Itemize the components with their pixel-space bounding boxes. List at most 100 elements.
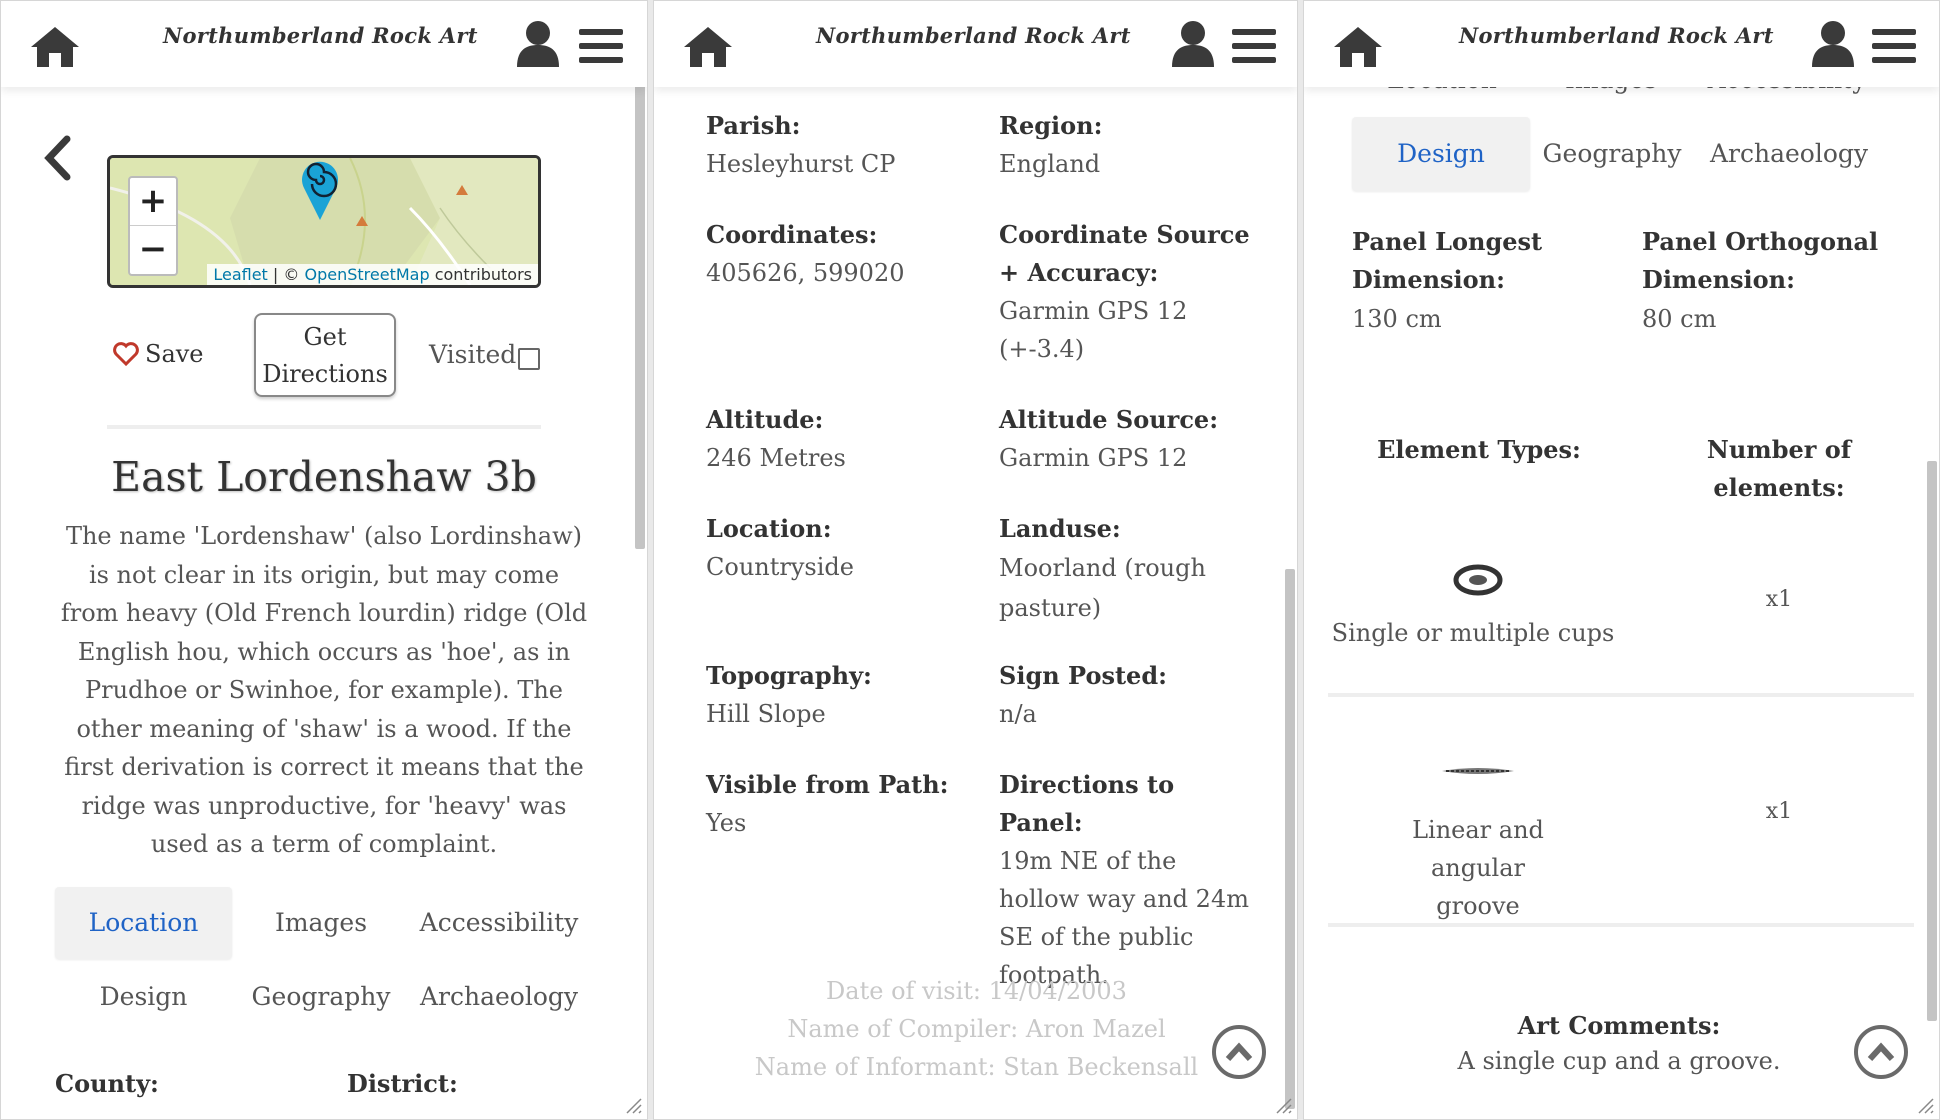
field-label: Coordinates: bbox=[706, 220, 878, 249]
home-icon[interactable] bbox=[680, 23, 736, 71]
compiler-name: Name of Compiler: Aron Mazel bbox=[787, 1015, 1166, 1043]
table-row: Linear and angular groove x1 bbox=[1328, 741, 1908, 921]
save-button[interactable]: Save bbox=[113, 340, 204, 368]
field-value: Moorland (rough pasture) bbox=[999, 554, 1206, 622]
user-icon[interactable] bbox=[1810, 19, 1856, 67]
field-label: Region: bbox=[999, 111, 1103, 140]
element-types-header: Element Types: bbox=[1377, 435, 1581, 464]
app-title[interactable]: Northumberland Rock Art bbox=[816, 23, 1131, 48]
visited-checkbox[interactable] bbox=[518, 348, 540, 370]
chevron-up-icon bbox=[1225, 1042, 1253, 1062]
tab-images[interactable]: Images bbox=[243, 887, 399, 959]
field-label: Topography: bbox=[706, 661, 872, 690]
table-row: Single or multiple cups x1 bbox=[1328, 541, 1908, 697]
visited-label: Visited bbox=[429, 340, 517, 369]
back-chevron-icon[interactable] bbox=[41, 135, 73, 181]
field-visible-from-path: Visible from Path: Yes bbox=[706, 766, 976, 842]
field-value: 130 cm bbox=[1352, 305, 1442, 333]
art-comments-label: Art Comments: bbox=[1517, 1011, 1721, 1040]
panel-overview: Northumberland Rock Art + − Leaflet | © … bbox=[0, 0, 648, 1120]
home-icon[interactable] bbox=[27, 23, 83, 71]
field-label: Altitude Source: bbox=[999, 405, 1219, 434]
number-of-elements-header: Number of elements: bbox=[1706, 435, 1852, 502]
leaflet-link[interactable]: Leaflet bbox=[213, 265, 267, 284]
app-header: Northumberland Rock Art bbox=[1304, 1, 1939, 87]
row-divider bbox=[1328, 693, 1914, 697]
field-label: Directions to Panel: bbox=[999, 770, 1175, 837]
art-comments-value: A single cup and a groove. bbox=[1457, 1047, 1781, 1075]
app-header: Northumberland Rock Art bbox=[654, 1, 1297, 87]
field-value: 80 cm bbox=[1642, 305, 1717, 333]
user-icon[interactable] bbox=[515, 19, 561, 67]
site-map[interactable]: + − Leaflet | © OpenStreetMap contributo… bbox=[107, 155, 541, 288]
element-name: Single or multiple cups bbox=[1331, 619, 1615, 647]
map-attribution: Leaflet | © OpenStreetMap contributors bbox=[207, 264, 538, 285]
attribution-sep: | © bbox=[267, 265, 305, 284]
field-label: Coordinate Source + Accuracy: bbox=[999, 220, 1250, 287]
tab-geography[interactable]: Geography bbox=[243, 961, 399, 1033]
field-label: Sign Posted: bbox=[999, 661, 1167, 690]
field-label: Landuse: bbox=[999, 514, 1121, 543]
informant-name: Name of Informant: Stan Beckensall bbox=[754, 1053, 1199, 1081]
field-value: Countryside bbox=[706, 553, 854, 581]
zoom-out-button[interactable]: − bbox=[130, 226, 176, 274]
panel-design-details: Northumberland Rock Art Location Images … bbox=[1303, 0, 1940, 1120]
tab-geography[interactable]: Geography bbox=[1534, 117, 1690, 191]
visit-date: Date of visit: 14/04/2003 bbox=[826, 977, 1127, 1005]
field-directions-to-panel: Directions to Panel: 19m NE of the hollo… bbox=[999, 766, 1261, 994]
element-count: x1 bbox=[1765, 587, 1793, 612]
field-value: Garmin GPS 12 bbox=[999, 444, 1188, 472]
hamburger-menu-icon[interactable] bbox=[1872, 27, 1916, 65]
app-title[interactable]: Northumberland Rock Art bbox=[1459, 23, 1774, 48]
section-divider bbox=[107, 425, 541, 429]
map-marker-icon[interactable] bbox=[300, 158, 340, 220]
resize-grip-icon[interactable] bbox=[625, 1097, 643, 1115]
site-title: East Lordenshaw 3b bbox=[111, 453, 537, 501]
element-count: x1 bbox=[1765, 799, 1793, 824]
map-zoom-control: + − bbox=[128, 176, 178, 276]
resize-grip-icon[interactable] bbox=[1275, 1097, 1293, 1115]
element-name: Linear and angular groove bbox=[1412, 816, 1544, 920]
chevron-up-icon bbox=[1867, 1042, 1895, 1062]
scrollbar-thumb[interactable] bbox=[635, 7, 645, 549]
field-value: 19m NE of the hollow way and 24m SE of t… bbox=[999, 847, 1249, 989]
field-parish: Parish: Hesleyhurst CP bbox=[706, 107, 976, 183]
tab-design[interactable]: Design bbox=[55, 961, 232, 1033]
field-label: Parish: bbox=[706, 111, 801, 140]
groove-icon bbox=[1442, 768, 1514, 774]
scrollbar-thumb[interactable] bbox=[1285, 569, 1295, 1109]
app-title[interactable]: Northumberland Rock Art bbox=[163, 23, 478, 48]
field-label: Panel Longest Dimension: bbox=[1352, 227, 1543, 294]
field-label: Location: bbox=[706, 514, 832, 543]
scroll-top-button[interactable] bbox=[1854, 1025, 1908, 1079]
field-location: Location: Countryside bbox=[706, 510, 976, 586]
tab-accessibility[interactable]: Accessibility bbox=[411, 887, 587, 959]
tab-archaeology[interactable]: Archaeology bbox=[411, 961, 587, 1033]
tab-design[interactable]: Design bbox=[1352, 117, 1530, 191]
field-value: England bbox=[999, 150, 1101, 178]
resize-grip-icon[interactable] bbox=[1917, 1097, 1935, 1115]
tab-location[interactable]: Location bbox=[55, 887, 232, 959]
field-landuse: Landuse: Moorland (rough pasture) bbox=[999, 510, 1249, 628]
user-icon[interactable] bbox=[1170, 19, 1216, 67]
field-panel-longest: Panel Longest Dimension: 130 cm bbox=[1352, 223, 1612, 339]
attribution-tail: contributors bbox=[429, 265, 532, 284]
field-label: Visible from Path: bbox=[706, 770, 949, 799]
scrollbar-thumb[interactable] bbox=[1927, 461, 1937, 1021]
cup-mark-icon bbox=[1453, 564, 1503, 596]
zoom-in-button[interactable]: + bbox=[130, 178, 176, 226]
site-description: The name 'Lordenshaw' (also Lordinshaw) … bbox=[60, 522, 588, 858]
hamburger-menu-icon[interactable] bbox=[1232, 27, 1276, 65]
get-directions-button[interactable]: Get Directions bbox=[254, 313, 396, 397]
field-value: n/a bbox=[999, 700, 1037, 728]
district-label: District: bbox=[347, 1069, 458, 1098]
field-topography: Topography: Hill Slope bbox=[706, 657, 976, 733]
field-coordinate-source: Coordinate Source + Accuracy: Garmin GPS… bbox=[999, 216, 1269, 368]
hamburger-menu-icon[interactable] bbox=[579, 27, 623, 65]
home-icon[interactable] bbox=[1330, 23, 1386, 71]
tab-archaeology[interactable]: Archaeology bbox=[1696, 117, 1882, 191]
field-altitude: Altitude: 246 Metres bbox=[706, 401, 976, 477]
panel-location-details: Northumberland Rock Art Parish: Hesleyhu… bbox=[653, 0, 1298, 1120]
scroll-top-button[interactable] bbox=[1212, 1025, 1266, 1079]
osm-link[interactable]: OpenStreetMap bbox=[304, 265, 429, 284]
